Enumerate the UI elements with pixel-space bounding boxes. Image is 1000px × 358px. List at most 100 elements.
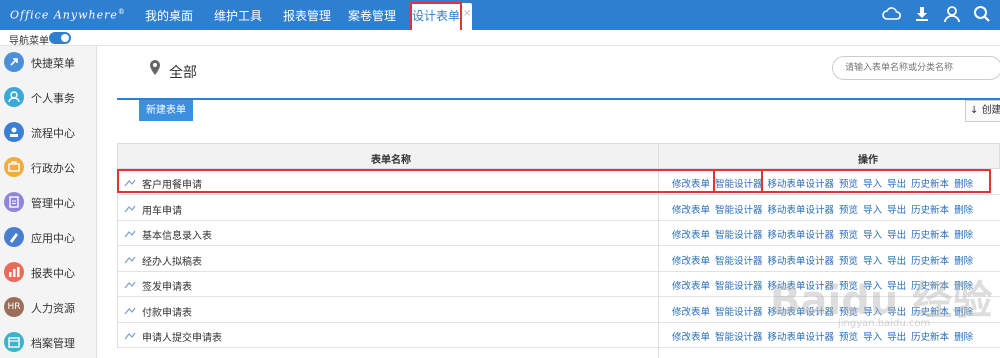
sidebar-item-manage[interactable]: 管理中心 (0, 188, 97, 218)
tab-close-icon[interactable]: × (463, 8, 471, 19)
history-link[interactable]: 历史新本 (911, 179, 949, 190)
form-name[interactable]: 客户用餐申请 (142, 176, 202, 191)
sidebar-item-shortcut[interactable]: 快捷菜单 (0, 48, 97, 78)
table-row: 客户用餐申请 修改表单 智能设计器 移动表单设计器 预览 导入 导出 历史新本 删除 (117, 169, 1000, 195)
cloud-icon[interactable] (882, 4, 902, 24)
import-link[interactable]: 导入 (863, 179, 882, 190)
preview-link[interactable]: 预览 (839, 205, 858, 216)
tab-file-management[interactable]: 案卷管理 (343, 0, 401, 30)
smart-designer-link[interactable]: 智能设计器 (715, 256, 763, 267)
delete-link[interactable]: 删除 (954, 205, 973, 216)
history-link[interactable]: 历史新本 (911, 230, 949, 241)
mobile-designer-link[interactable]: 移动表单设计器 (768, 230, 835, 241)
history-link[interactable]: 历史新本 (911, 332, 949, 343)
sidebar-item-personal[interactable]: 个人事务 (0, 83, 97, 113)
sidebar-item-label: 管理中心 (31, 197, 75, 210)
nav-menu-toggle[interactable] (49, 32, 71, 44)
export-link[interactable]: 导出 (887, 256, 906, 267)
edit-form-link[interactable]: 修改表单 (672, 307, 710, 318)
search-input[interactable] (832, 56, 1000, 80)
sidebar-item-label: 行政办公 (31, 162, 75, 175)
smart-designer-link[interactable]: 智能设计器 (715, 230, 763, 241)
top-icon-group (882, 4, 992, 24)
hr-icon: HR (4, 297, 24, 317)
history-link[interactable]: 历史新本 (911, 256, 949, 267)
row-actions: 修改表单 智能设计器 移动表单设计器 预览 导入 导出 历史新本 删除 (672, 176, 978, 190)
form-name[interactable]: 付款申请表 (142, 304, 192, 319)
flow-icon (4, 122, 24, 142)
import-link[interactable]: 导入 (863, 205, 882, 216)
mobile-designer-link[interactable]: 移动表单设计器 (768, 179, 835, 190)
form-name[interactable]: 签发申请表 (142, 278, 192, 293)
form-name[interactable]: 经办人拟稿表 (142, 253, 202, 268)
smart-designer-link[interactable]: 智能设计器 (715, 205, 763, 216)
edit-form-link[interactable]: 修改表单 (672, 205, 710, 216)
export-link[interactable]: 导出 (887, 332, 906, 343)
person-icon (4, 87, 24, 107)
form-icon (124, 279, 136, 289)
delete-link[interactable]: 删除 (954, 332, 973, 343)
sidebar-item-label: 报表中心 (31, 267, 75, 280)
form-name[interactable]: 基本信息录入表 (142, 227, 212, 242)
sidebar-item-office[interactable]: 行政办公 (0, 153, 97, 183)
breadcrumb[interactable]: 全部 (169, 62, 197, 82)
sidebar-item-report[interactable]: 报表中心 (0, 258, 97, 288)
sidebar-item-label: 人力资源 (31, 302, 75, 315)
form-name[interactable]: 用车申请 (142, 202, 182, 217)
form-icon (124, 177, 136, 187)
preview-link[interactable]: 预览 (839, 179, 858, 190)
edit-form-link[interactable]: 修改表单 (672, 281, 710, 292)
import-link[interactable]: 导入 (863, 230, 882, 241)
search-icon[interactable] (972, 4, 992, 24)
preview-link[interactable]: 预览 (839, 230, 858, 241)
edit-form-link[interactable]: 修改表单 (672, 179, 710, 190)
nav-menu-label: 导航菜单 (9, 36, 49, 47)
export-link[interactable]: 导出 (887, 205, 906, 216)
office-icon (4, 157, 24, 177)
export-link[interactable]: 导出 (887, 179, 906, 190)
sidebar-item-label: 快捷菜单 (31, 57, 75, 70)
smart-designer-link[interactable]: 智能设计器 (715, 332, 763, 343)
edit-form-link[interactable]: 修改表单 (672, 230, 710, 241)
delete-link[interactable]: 删除 (954, 230, 973, 241)
tab-my-desktop[interactable]: 我的桌面 (140, 0, 198, 30)
sidebar-item-app[interactable]: 应用中心 (0, 223, 97, 253)
form-name[interactable]: 申请人提交申请表 (142, 329, 222, 344)
delete-link[interactable]: 删除 (954, 256, 973, 267)
smart-designer-link[interactable]: 智能设计器 (715, 307, 763, 318)
row-actions: 修改表单 智能设计器 移动表单设计器 预览 导入 导出 历史新本 删除 (672, 227, 978, 241)
preview-link[interactable]: 预览 (839, 256, 858, 267)
row-actions: 修改表单 智能设计器 移动表单设计器 预览 导入 导出 历史新本 删除 (672, 253, 978, 267)
column-header-ops: 操作 (858, 155, 878, 166)
table-row: 用车申请 修改表单 智能设计器 移动表单设计器 预览 导入 导出 历史新本 删除 (117, 194, 1000, 221)
create-button[interactable]: ↓ 创建 (965, 100, 1000, 122)
tab-maintenance-tools[interactable]: 维护工具 (209, 0, 267, 30)
mobile-designer-link[interactable]: 移动表单设计器 (768, 332, 835, 343)
mobile-designer-link[interactable]: 移动表单设计器 (768, 205, 835, 216)
sidebar-item-hr[interactable]: HR 人力资源 (0, 293, 97, 323)
smart-designer-link[interactable]: 智能设计器 (715, 281, 763, 292)
divider (117, 98, 1000, 100)
history-link[interactable]: 历史新本 (911, 205, 949, 216)
mobile-designer-link[interactable]: 移动表单设计器 (768, 256, 835, 267)
table-header: 表单名称 操作 (117, 143, 1000, 169)
new-form-button[interactable]: 新建表单 (139, 100, 193, 121)
user-icon[interactable] (942, 4, 962, 24)
tab-report-management[interactable]: 报表管理 (278, 0, 336, 30)
edit-form-link[interactable]: 修改表单 (672, 332, 710, 343)
edit-form-link[interactable]: 修改表单 (672, 256, 710, 267)
download-icon[interactable] (912, 4, 932, 24)
form-icon (124, 203, 136, 213)
smart-designer-link[interactable]: 智能设计器 (715, 179, 763, 190)
row-actions: 修改表单 智能设计器 移动表单设计器 预览 导入 导出 历史新本 删除 (672, 202, 978, 216)
export-link[interactable]: 导出 (887, 230, 906, 241)
delete-link[interactable]: 删除 (954, 179, 973, 190)
import-link[interactable]: 导入 (863, 256, 882, 267)
app-logo: Office Anywhere® (10, 8, 126, 22)
sidebar-item-archive[interactable]: 档案管理 (0, 328, 97, 358)
manage-icon (4, 192, 24, 212)
sidebar-item-flow[interactable]: 流程中心 (0, 118, 97, 148)
preview-link[interactable]: 预览 (839, 332, 858, 343)
import-link[interactable]: 导入 (863, 332, 882, 343)
location-pin-icon (149, 60, 161, 79)
